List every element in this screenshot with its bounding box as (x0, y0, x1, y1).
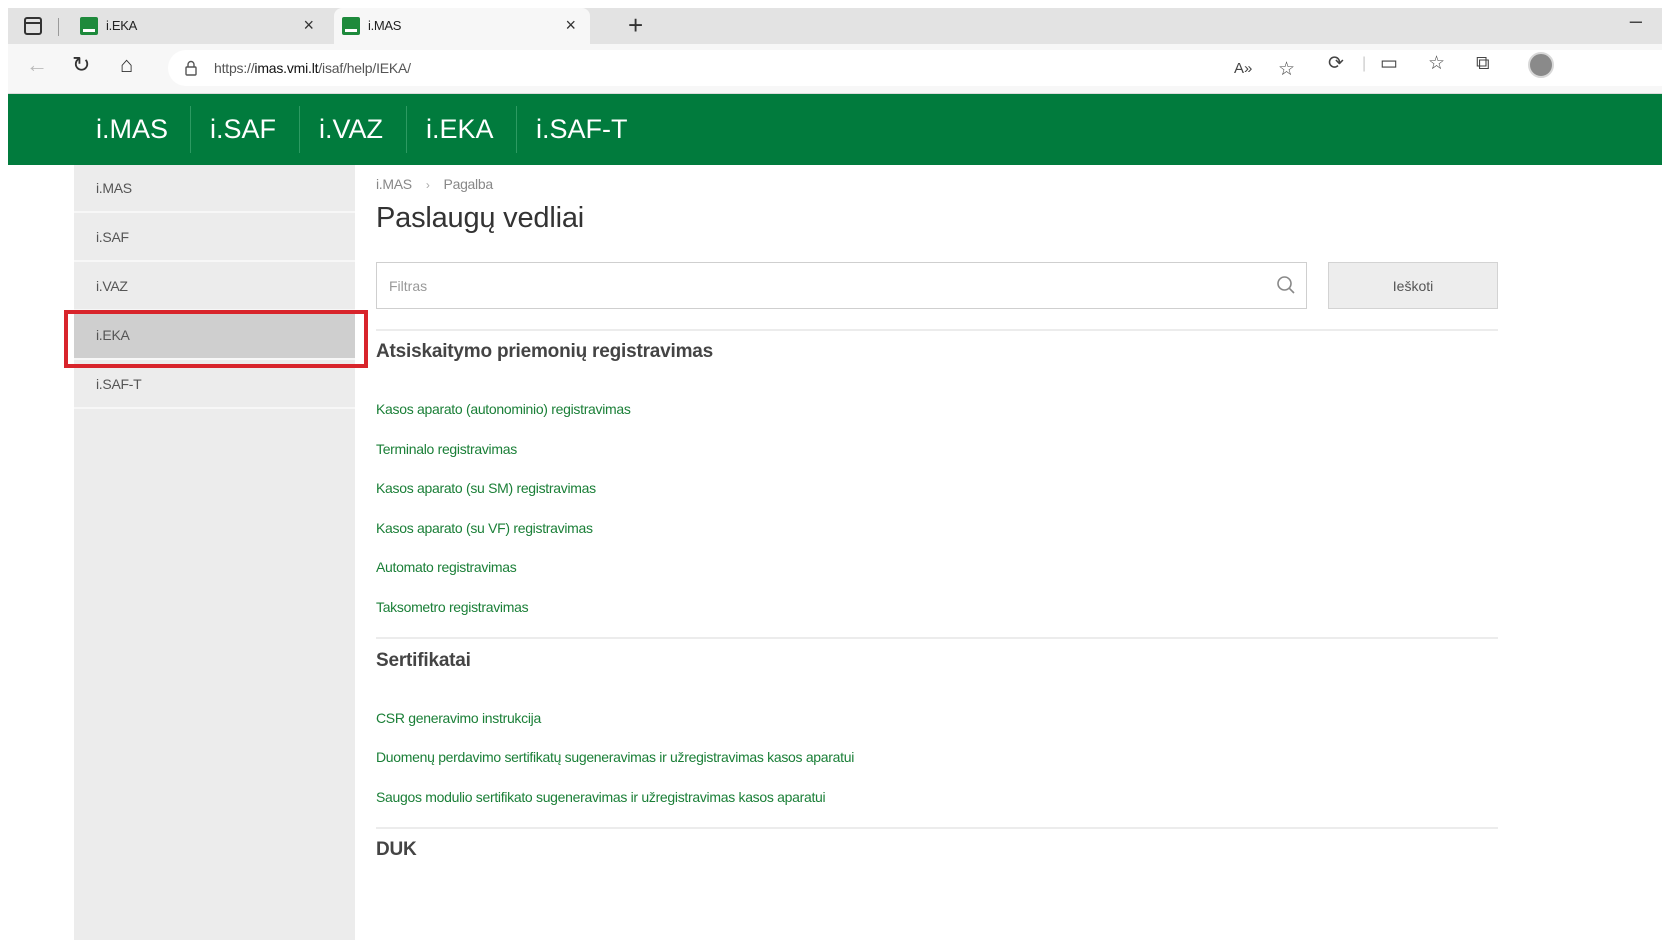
split-screen-icon[interactable]: ▭ (1380, 54, 1398, 73)
tab-strip-divider (58, 18, 59, 36)
page-title: Paslaugų vedliai (376, 202, 584, 234)
link-cash-register-sm[interactable]: Kasos aparato (su SM) registravimas (376, 480, 596, 496)
tab-ieka[interactable]: i.EKA × (72, 8, 328, 44)
new-tab-button[interactable]: + (628, 10, 643, 41)
read-aloud-icon[interactable]: A» (1234, 61, 1252, 76)
toolbar-divider: | (1362, 55, 1367, 72)
site-nav-ieka[interactable]: i.EKA (426, 94, 494, 165)
nav-divider (406, 106, 407, 153)
site-nav-imas[interactable]: i.MAS (96, 94, 168, 165)
lock-icon[interactable] (184, 60, 198, 76)
sidebar-item-label: i.MAS (96, 180, 132, 196)
search-button[interactable]: Ieškoti (1328, 262, 1498, 309)
profile-avatar[interactable] (1528, 52, 1554, 78)
link-cash-register-vf[interactable]: Kasos aparato (su VF) registravimas (376, 520, 593, 536)
site-header: i.MAS i.SAF i.VAZ i.EKA i.SAF-T (8, 94, 1662, 165)
site-favicon-icon (80, 17, 98, 35)
home-icon[interactable]: ⌂ (120, 54, 133, 76)
link-cash-register-autonomous[interactable]: Kasos aparato (autonominio) registravima… (376, 401, 631, 417)
sidebar-item-isaf[interactable]: i.SAF (74, 214, 355, 262)
filter-field (376, 262, 1307, 309)
collections-icon[interactable]: ⧉ (1476, 54, 1490, 73)
extensions-icon[interactable]: ⟳ (1328, 54, 1344, 73)
link-terminal-registration[interactable]: Terminalo registravimas (376, 441, 517, 457)
section-title-faq: DUK (376, 839, 417, 860)
filter-input[interactable] (377, 263, 1257, 308)
section-divider (376, 637, 1498, 639)
favorites-icon[interactable]: ☆ (1428, 54, 1445, 73)
section-divider (376, 329, 1498, 331)
add-favorite-icon[interactable]: ☆ (1278, 60, 1295, 79)
sidebar-item-label: i.SAF (96, 229, 129, 245)
sidebar-item-imas[interactable]: i.MAS (74, 165, 355, 213)
section-title-registration: Atsiskaitymo priemonių registravimas (376, 341, 714, 362)
back-icon[interactable]: ← (26, 54, 48, 76)
nav-divider (299, 106, 300, 153)
breadcrumb-separator-icon: › (425, 178, 430, 192)
search-icon[interactable] (1276, 275, 1296, 295)
breadcrumb-root-link[interactable]: i.MAS (376, 176, 412, 192)
close-tab-icon[interactable]: × (565, 15, 576, 36)
minimize-button[interactable]: – (1630, 8, 1642, 34)
link-csr-instructions[interactable]: CSR generavimo instrukcija (376, 710, 541, 726)
tab-title: i.MAS (368, 18, 402, 33)
sidebar: i.MAS i.SAF i.VAZ i.EKA i.SAF-T (74, 165, 355, 940)
site-nav-isaf[interactable]: i.SAF (210, 94, 276, 165)
site-nav-isaft[interactable]: i.SAF-T (536, 94, 628, 165)
link-vending-machine-registration[interactable]: Automato registravimas (376, 559, 517, 575)
reload-icon[interactable]: ↻ (72, 54, 90, 76)
url-text: https://imas.vmi.lt/isaf/help/IEKA/ (214, 60, 411, 76)
tab-imas[interactable]: i.MAS × (334, 8, 590, 44)
sidebar-item-label: i.SAF-T (96, 376, 142, 392)
sidebar-item-isaft[interactable]: i.SAF-T (74, 361, 355, 409)
sidebar-item-ivaz[interactable]: i.VAZ (74, 263, 355, 311)
link-data-transfer-certificates[interactable]: Duomenų perdavimo sertifikatų sugeneravi… (376, 749, 854, 765)
section-title-certificates: Sertifikatai (376, 650, 471, 671)
tab-title: i.EKA (106, 18, 138, 33)
tab-actions-icon[interactable] (24, 17, 42, 35)
tab-strip: i.EKA × i.MAS × + – (8, 8, 1662, 44)
nav-divider (190, 106, 191, 153)
site-favicon-icon (342, 17, 360, 35)
sidebar-item-label: i.VAZ (96, 278, 128, 294)
section-divider (376, 827, 1498, 829)
breadcrumb-current: Pagalba (443, 176, 494, 192)
link-security-module-certificate[interactable]: Saugos modulio sertifikato sugeneravimas… (376, 789, 826, 805)
browser-window: i.EKA × i.MAS × + – ← ↻ ⌂ https://imas.v… (0, 0, 1662, 940)
site-nav-ivaz[interactable]: i.VAZ (319, 94, 383, 165)
highlight-annotation-box (64, 310, 368, 368)
link-taximeter-registration[interactable]: Taksometro registravimas (376, 599, 529, 615)
close-tab-icon[interactable]: × (303, 15, 314, 36)
breadcrumb: i.MAS › Pagalba (376, 176, 493, 192)
browser-toolbar: ← ↻ ⌂ https://imas.vmi.lt/isaf/help/IEKA… (8, 44, 1662, 94)
nav-divider (516, 106, 517, 153)
